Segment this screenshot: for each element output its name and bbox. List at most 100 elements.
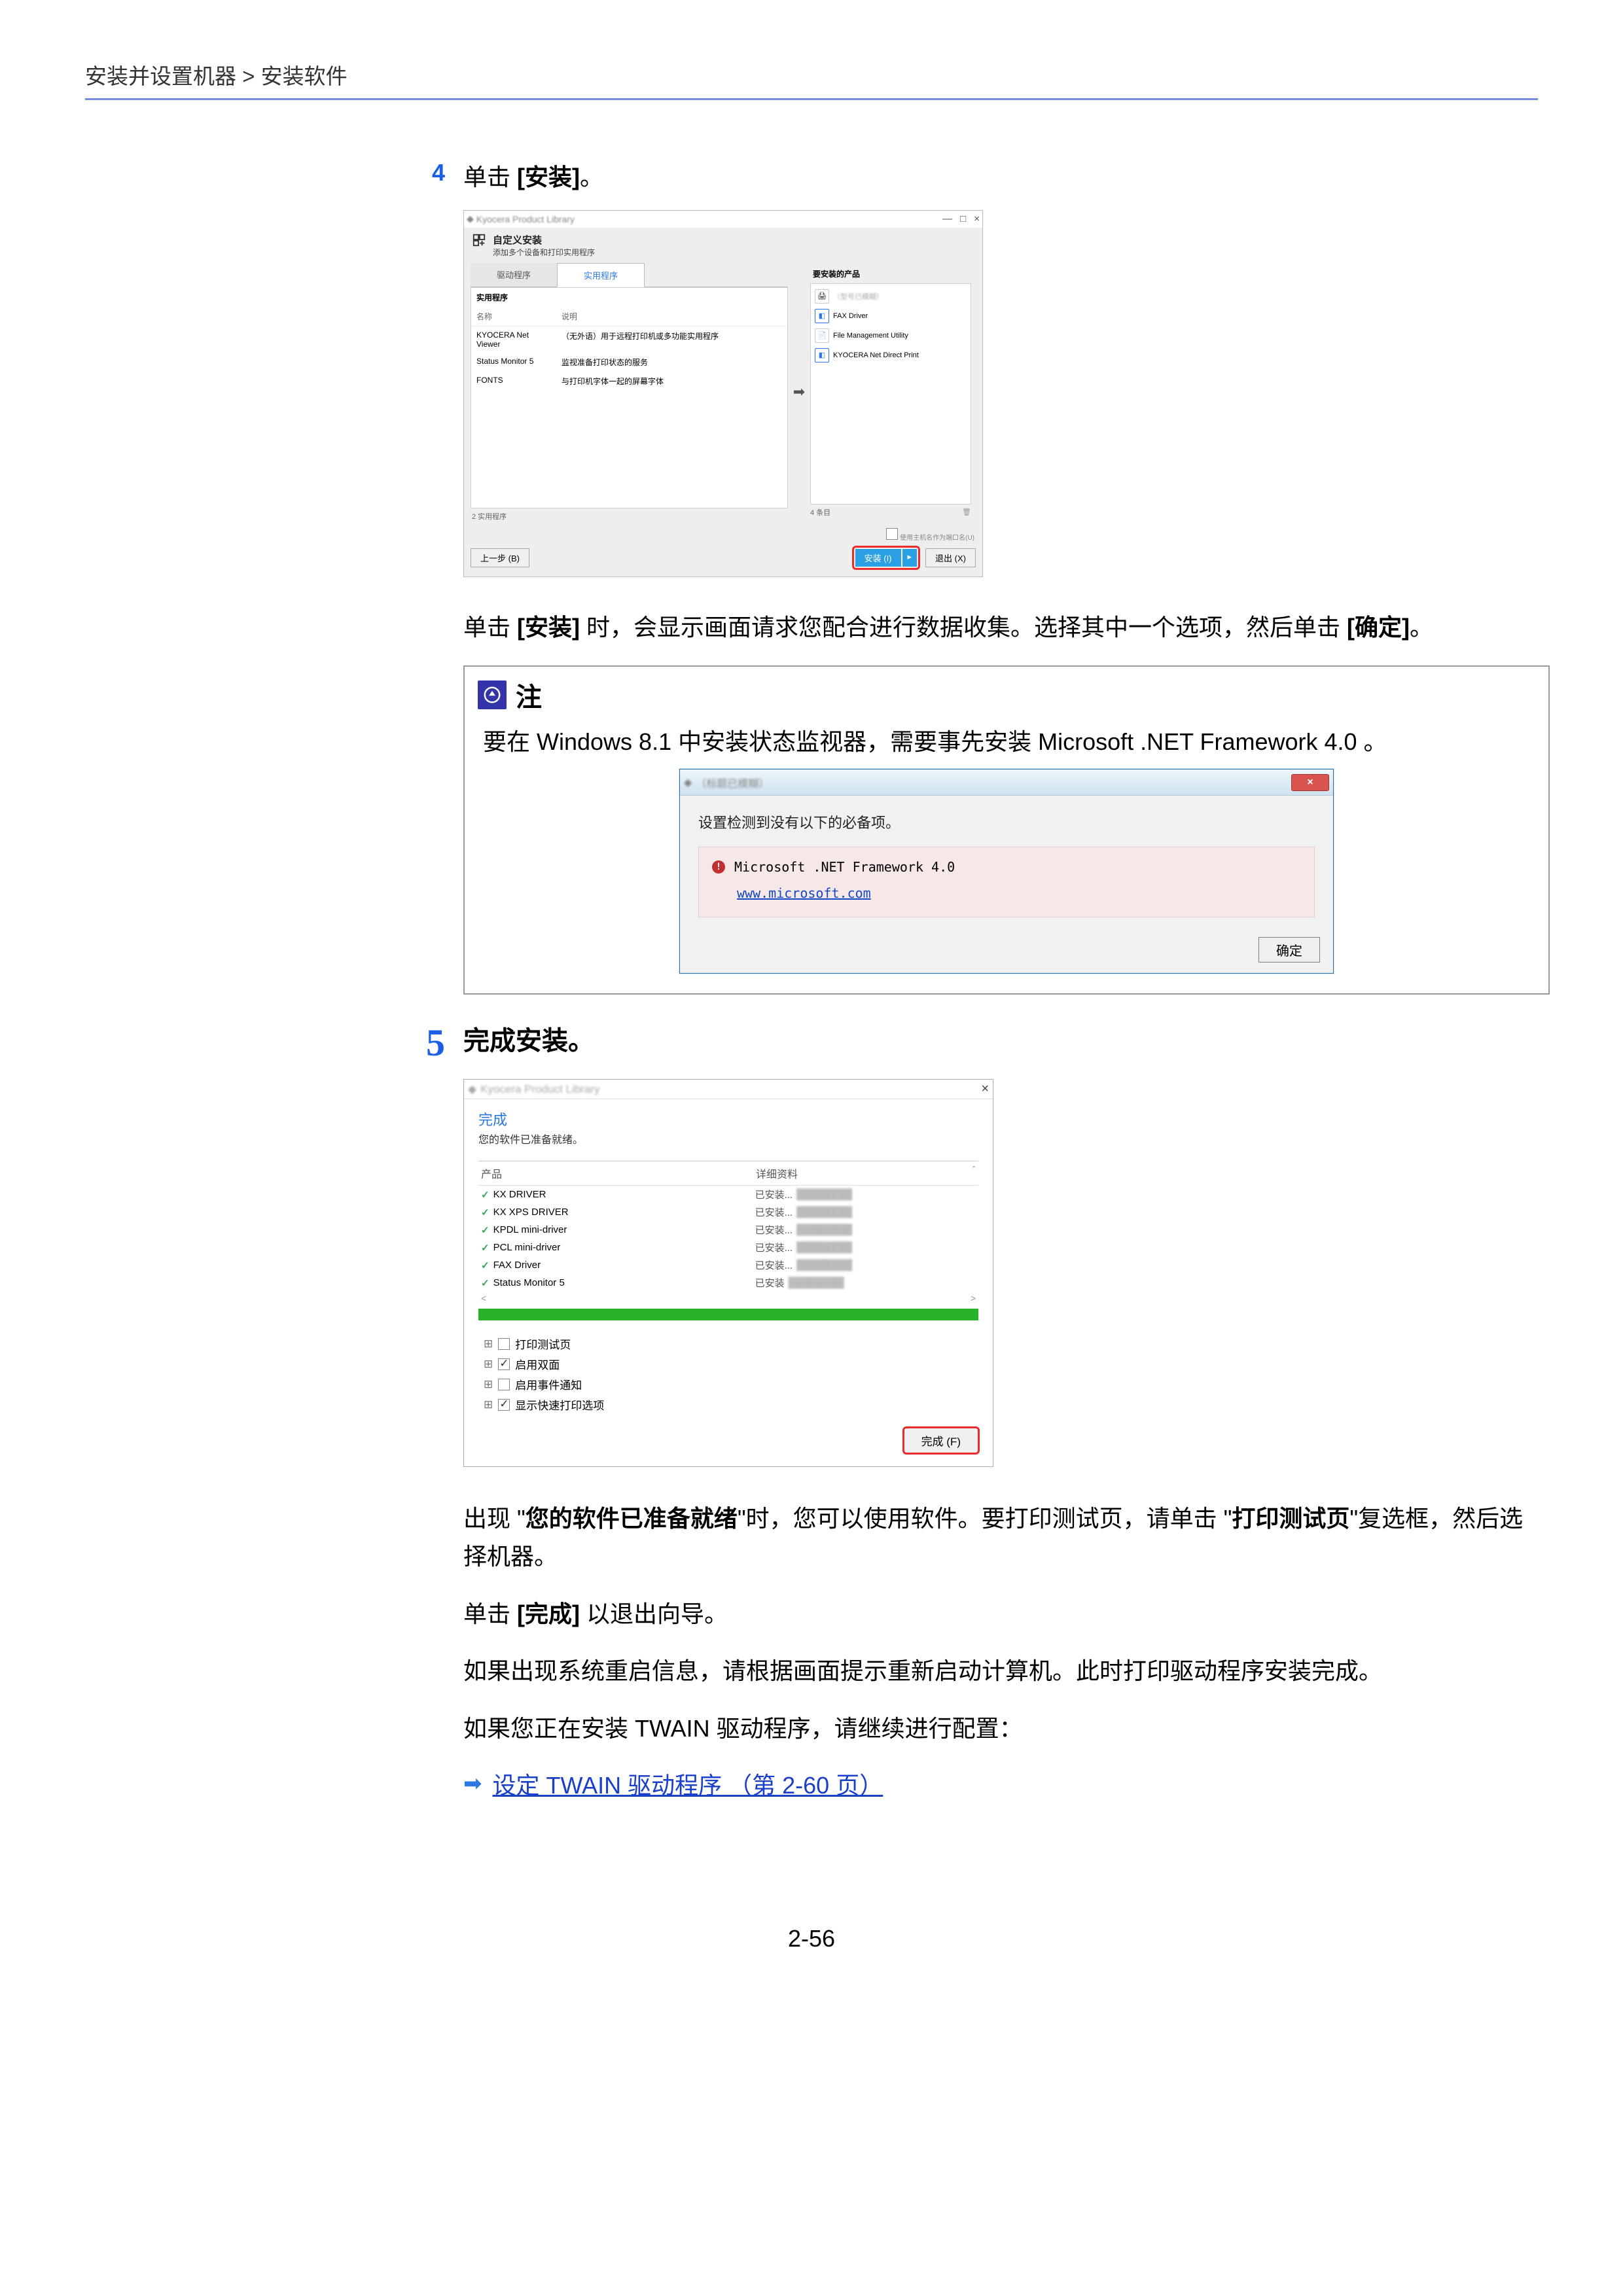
expand-icon[interactable]: ⊞: [484, 1358, 493, 1371]
window-minimize-icon[interactable]: —: [942, 213, 952, 224]
option-checkbox[interactable]: [498, 1358, 510, 1370]
install-button[interactable]: 安装 (I): [855, 549, 901, 567]
installer-custom-dialog: ◆ Kyocera Product Library — □ × 自定义安装 添加…: [463, 210, 983, 577]
finish-option[interactable]: ⊞启用事件通知: [484, 1374, 978, 1394]
printer-icon: 🖨: [815, 289, 829, 304]
dialog-title-blur: ◆ Kyocera Product Library: [467, 213, 575, 224]
finish-button[interactable]: 完成 (F): [902, 1426, 980, 1455]
col-name: 名称: [476, 311, 548, 322]
dialog-title-text: Kyocera Product Library: [480, 1083, 599, 1096]
driver-icon: ◧: [815, 348, 829, 362]
finish-title: 完成: [478, 1108, 978, 1129]
list-row[interactable]: FONTS 与打印机字体一起的屏幕字体: [471, 372, 787, 391]
row-detail-blur: ████████: [796, 1207, 852, 1218]
add-arrow-icon[interactable]: ➡: [788, 263, 810, 521]
row-name: KYOCERA Net Viewer: [476, 330, 548, 349]
row-desc: 与打印机字体一起的屏幕字体: [562, 376, 664, 387]
scroll-right-icon[interactable]: >: [971, 1293, 976, 1303]
window-close-icon[interactable]: ×: [974, 213, 980, 224]
note-box: 注 要在 Windows 8.1 中安装状态监视器，需要事先安装 Microso…: [463, 665, 1550, 995]
product-label-blur: （型号已模糊）: [833, 291, 883, 302]
finish-option[interactable]: ⊞ 打印测试页: [484, 1333, 978, 1354]
tab-drivers[interactable]: 驱动程序: [471, 263, 557, 287]
hostname-port-checkbox[interactable]: [886, 528, 898, 540]
text-span: 单击: [463, 1600, 517, 1627]
install-more-button[interactable]: ▸: [902, 549, 918, 567]
option-checkbox[interactable]: [498, 1338, 510, 1350]
dialog-titlebar: ◆ Kyocera Product Library — □ ×: [464, 211, 982, 228]
row-product: KPDL mini-driver: [493, 1224, 755, 1235]
check-icon: ✓: [481, 1260, 490, 1271]
close-icon[interactable]: ×: [981, 1082, 989, 1097]
twain-driver-link[interactable]: 设定 TWAIN 驱动程序 （第 2-60 页）: [493, 1767, 883, 1801]
finish-dialog: ◆ Kyocera Product Library × 完成 您的软件已准备就绪…: [463, 1079, 993, 1467]
finish-subtitle: 您的软件已准备就绪。: [478, 1131, 978, 1146]
check-icon: ✓: [481, 1189, 490, 1201]
row-product: KX XPS DRIVER: [493, 1207, 755, 1218]
option-label: 启用双面: [515, 1356, 560, 1372]
hostname-port-label: 使用主机名作为端口名(U): [900, 535, 974, 542]
dialog-titlebar: ◆ （标题已模糊） ×: [680, 769, 1333, 796]
exit-button[interactable]: 退出 (X): [925, 548, 976, 567]
product-row[interactable]: 🖨 （型号已模糊）: [813, 287, 968, 306]
check-icon: ✓: [481, 1242, 490, 1254]
custom-install-icon: [472, 233, 486, 247]
row-name: Status Monitor 5: [476, 357, 548, 368]
dialog-header-subtitle: 添加多个设备和打印实用程序: [493, 247, 595, 258]
back-button[interactable]: 上一步 (B): [471, 548, 529, 567]
check-icon: ✓: [481, 1207, 490, 1218]
note-text: 要在 Windows 8.1 中安装状态监视器，需要事先安装 Microsoft…: [465, 716, 1548, 769]
row-status: 已安装...: [755, 1188, 793, 1201]
scroll-left-icon[interactable]: <: [481, 1293, 486, 1303]
expand-icon[interactable]: ⊞: [484, 1337, 493, 1351]
check-icon: ✓: [481, 1277, 490, 1289]
expand-icon[interactable]: ⊞: [484, 1378, 493, 1391]
list-row[interactable]: KYOCERA Net Viewer （无外语）用于远程打印机或多功能实用程序: [471, 327, 787, 353]
install-results-table: 产品 详细资料 ˆ ✓KX DRIVER已安装...████████✓KX XP…: [478, 1161, 978, 1292]
breadcrumb: 安装并设置机器 > 安装软件: [85, 59, 1538, 100]
col-detail: 详细资料: [756, 1165, 798, 1181]
row-detail-blur: ████████: [789, 1277, 844, 1288]
option-checkbox[interactable]: [498, 1379, 510, 1390]
close-button[interactable]: ×: [1291, 774, 1329, 791]
tab-utilities[interactable]: 实用程序: [557, 263, 645, 287]
table-row: ✓KX DRIVER已安装...████████: [478, 1186, 978, 1203]
product-row[interactable]: 📄 File Management Utility: [813, 326, 968, 345]
text-span: 以退出向导。: [580, 1600, 728, 1627]
window-maximize-icon[interactable]: □: [960, 213, 966, 224]
ok-button[interactable]: 确定: [1258, 937, 1320, 963]
product-row[interactable]: ◧ FAX Driver: [813, 306, 968, 326]
check-icon: ✓: [481, 1224, 490, 1236]
text-span: 。: [580, 164, 603, 190]
step-4-text: 单击 [安装]。: [463, 159, 603, 196]
app-icon: ◆: [684, 776, 692, 789]
row-name: FONTS: [476, 376, 548, 387]
col-desc: 说明: [562, 311, 577, 322]
finish-option[interactable]: ⊞显示快速打印选项: [484, 1394, 978, 1415]
text-span: 单击: [463, 614, 517, 641]
row-detail-blur: ████████: [796, 1260, 852, 1271]
delete-icon[interactable]: 🗑: [962, 508, 971, 516]
finish-option[interactable]: ⊞ 启用双面: [484, 1354, 978, 1374]
microsoft-link[interactable]: www.microsoft.com: [737, 885, 871, 901]
list-row[interactable]: Status Monitor 5 监视准备打印状态的服务: [471, 353, 787, 372]
text-span: 时，会显示画面请求您配合进行数据收集。选择其中一个选项，然后单击: [580, 614, 1347, 641]
row-product: Status Monitor 5: [493, 1277, 755, 1288]
dialog-header-title: 自定义安装: [493, 233, 595, 247]
table-row: ✓PCL mini-driver已安装...████████: [478, 1239, 978, 1256]
option-checkbox[interactable]: [498, 1399, 510, 1411]
text-bold: 打印测试页: [1232, 1505, 1349, 1532]
row-desc: （无外语）用于远程打印机或多功能实用程序: [562, 330, 719, 349]
row-status: 已安装...: [755, 1241, 793, 1254]
option-label: 打印测试页: [515, 1335, 571, 1352]
row-status: 已安装...: [755, 1223, 793, 1237]
row-detail-blur: ████████: [796, 1224, 852, 1235]
row-detail-blur: ████████: [796, 1242, 852, 1253]
scroll-up-icon[interactable]: ˆ: [972, 1165, 976, 1181]
install-label-bold: [安装]: [517, 164, 580, 190]
finish-options: ⊞ 打印测试页 ⊞ 启用双面 ⊞启用事件通知⊞显示快速打印选项: [464, 1331, 993, 1426]
product-row[interactable]: ◧ KYOCERA Net Direct Print: [813, 345, 968, 365]
error-icon: !: [712, 860, 725, 874]
expand-icon[interactable]: ⊞: [484, 1398, 493, 1411]
install-button-highlight: 安装 (I) ▸: [852, 546, 920, 570]
